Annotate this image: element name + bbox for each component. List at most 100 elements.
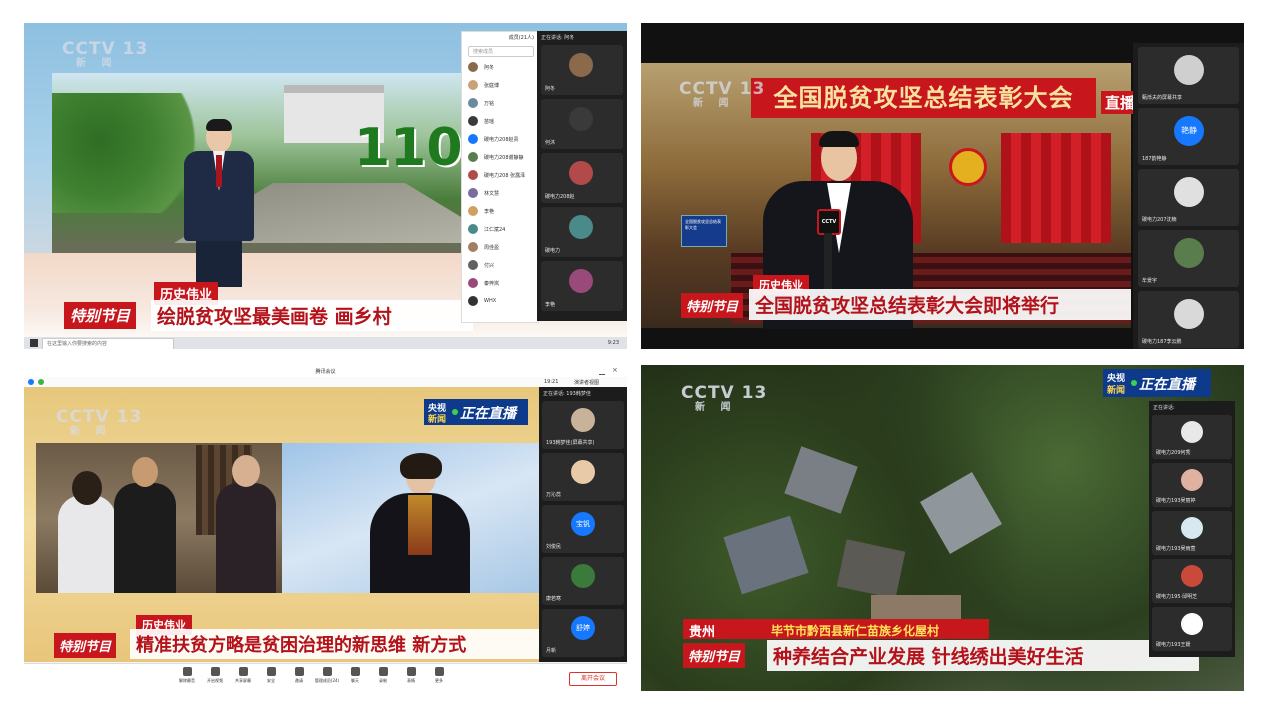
video-tile[interactable]: 牟景宇 xyxy=(1138,230,1239,287)
toolbar-button-shield[interactable]: 安全 xyxy=(258,667,284,684)
chat-icon xyxy=(350,667,360,676)
anchor-legs xyxy=(196,241,242,287)
video-tile[interactable]: 李艳 xyxy=(541,261,623,311)
member-item[interactable]: 李艳 xyxy=(468,204,494,218)
person-man-head xyxy=(132,457,158,487)
avatar xyxy=(1181,565,1203,587)
toolbar-button-share-screen[interactable]: 共享屏幕 xyxy=(230,667,256,684)
panel-top-right: 全国脱贫攻坚总结表彰大会 直播 全国脱贫攻坚总结表彰大会 CCTV CCTV 1… xyxy=(641,23,1244,349)
share-screen-icon xyxy=(238,667,248,676)
leave-meeting-button[interactable]: 离开会议 xyxy=(569,672,617,686)
cctv-logo: CCTV 13 新 闻 xyxy=(62,39,149,70)
guest-hair xyxy=(400,453,442,479)
avatar xyxy=(468,170,478,180)
speaker-view-button[interactable]: 演讲者视图 xyxy=(574,379,599,386)
avatar: 舒婷 xyxy=(571,616,595,640)
avatar xyxy=(569,269,593,293)
toolbar-button-camera[interactable]: 开启视频 xyxy=(202,667,228,684)
person-woman xyxy=(58,495,116,593)
mic-handle xyxy=(824,233,832,293)
start-button[interactable] xyxy=(30,339,38,347)
member-item[interactable]: 张庭博 xyxy=(468,78,499,92)
taskbar-clock: 9:23 xyxy=(607,340,619,346)
video-tile[interactable]: 碳电力207沈楠 xyxy=(1138,169,1239,226)
video-tile[interactable]: 阿冬 xyxy=(541,45,623,95)
member-item[interactable]: 周佳盈 xyxy=(468,240,499,254)
avatar xyxy=(1174,299,1204,329)
person-official xyxy=(216,483,276,593)
member-item[interactable]: 付兴 xyxy=(468,258,494,272)
info-icon[interactable] xyxy=(28,379,34,385)
member-item[interactable]: 碳电力208谢静静 xyxy=(468,150,524,164)
headline: 绘脱贫攻坚最美画卷 画乡村 xyxy=(151,300,473,331)
anchor-tie xyxy=(216,155,222,187)
video-tile[interactable]: 碳电力193吴雨萱 xyxy=(1152,511,1232,555)
invite-icon xyxy=(294,667,304,676)
stage-curtain-right xyxy=(1001,133,1111,243)
member-item[interactable]: 万铭 xyxy=(468,96,494,110)
guest-scarf xyxy=(408,495,432,555)
cctv-logo: CCTV 13 新 闻 xyxy=(679,79,766,110)
avatar xyxy=(1181,517,1203,539)
video-tile[interactable]: 碳电力193王媛 xyxy=(1152,607,1232,651)
avatar: 艳静 xyxy=(1174,116,1204,146)
avatar xyxy=(468,224,478,234)
video-tile[interactable]: 碳电力 xyxy=(541,207,623,257)
minimize-button[interactable] xyxy=(599,368,605,375)
member-item[interactable]: 苗瑶 xyxy=(468,114,494,128)
avatar xyxy=(468,206,478,216)
video-tile[interactable]: 碳电力208赵 xyxy=(541,153,623,203)
member-item[interactable]: 秦梓岚 xyxy=(468,276,499,290)
video-tile[interactable]: 万沁蕊 xyxy=(542,453,624,501)
avatar xyxy=(1174,177,1204,207)
avatar xyxy=(468,116,478,126)
member-item[interactable]: WHX xyxy=(468,294,496,308)
camera-icon xyxy=(210,667,220,676)
video-tile[interactable]: 碳电力209何秀 xyxy=(1152,415,1232,459)
member-item[interactable]: 阿冬 xyxy=(468,60,494,74)
video-tile[interactable]: 舒婷 月新 xyxy=(542,609,624,657)
video-tile[interactable]: 碳电力193吴丽婷 xyxy=(1152,463,1232,507)
panel-bottom-left: 腾讯会议 × 19:21 演讲者视图 CCTV 13 新 闻 央视 新闻 正在直… xyxy=(24,365,627,691)
video-tile[interactable]: 何沐 xyxy=(541,99,623,149)
video-tile[interactable]: 193韩梦佳(屏幕共享) xyxy=(542,401,624,449)
mic-icon xyxy=(182,667,192,676)
shield-icon xyxy=(38,379,44,385)
live-badge: 央视 新闻 正在直播 xyxy=(1103,369,1211,397)
toolbar-button-emoji[interactable]: 表情 xyxy=(398,667,424,684)
panel-bottom-right: CCTV 13 新 闻 央视 新闻 正在直播 贵州 毕节市黔西县新仁苗族乡化屋村… xyxy=(641,365,1244,691)
toolbar-button-invite[interactable]: 邀请 xyxy=(286,667,312,684)
video-tile[interactable]: 宝钒 刘俊民 xyxy=(542,505,624,553)
avatar xyxy=(1181,613,1203,635)
hall-banner: 全国脱贫攻坚总结表彰大会 xyxy=(751,78,1096,118)
toolbar-button-members[interactable]: 管理成员(24) xyxy=(314,667,340,684)
avatar xyxy=(571,408,595,432)
avatar xyxy=(1174,55,1204,85)
video-tile[interactable]: 甄烁夫的屏幕共享 xyxy=(1138,47,1239,104)
avatar xyxy=(468,188,478,198)
avatar xyxy=(569,215,593,239)
anchor-hair xyxy=(206,119,232,131)
member-item[interactable]: 林文慧 xyxy=(468,186,499,200)
member-item[interactable]: 江仁斌24 xyxy=(468,222,505,236)
record-icon xyxy=(378,667,388,676)
toolbar-button-chat[interactable]: 聊天 xyxy=(342,667,368,684)
member-item[interactable]: 碳电力208 张露泽 xyxy=(468,168,525,182)
meeting-toolbar: 解除静音 开启视频 共享屏幕 安全 邀请 管理成员(24) 聊天 录制 表情 更多 离开会议 xyxy=(24,663,627,691)
video-tile[interactable]: 艳静 187韵艳静 xyxy=(1138,108,1239,165)
avatar xyxy=(468,152,478,162)
avatar xyxy=(1181,421,1203,443)
video-tile[interactable]: 康若寒 xyxy=(542,557,624,605)
member-item[interactable]: 碳电力208赵贵 xyxy=(468,132,519,146)
taskbar-search-input[interactable]: 在这里输入你要搜索的内容 xyxy=(42,338,174,349)
video-tile[interactable]: 碳电力187李云鹏 xyxy=(1138,291,1239,348)
video-tile-column: 正在讲话: 193韩梦佳 193韩梦佳(屏幕共享) 万沁蕊 宝钒 刘俊民 康若寒 舒婷 月新 xyxy=(539,387,627,662)
avatar xyxy=(569,53,593,77)
toolbar-button-mic[interactable]: 解除静音 xyxy=(174,667,200,684)
video-tile[interactable]: 碳电力195·邱明芝 xyxy=(1152,559,1232,603)
more-icon xyxy=(434,667,444,676)
member-search-input[interactable]: 搜索成员 xyxy=(468,46,534,57)
close-button[interactable]: × xyxy=(612,367,619,374)
toolbar-button-more[interactable]: 更多 xyxy=(426,667,452,684)
toolbar-button-record[interactable]: 录制 xyxy=(370,667,396,684)
